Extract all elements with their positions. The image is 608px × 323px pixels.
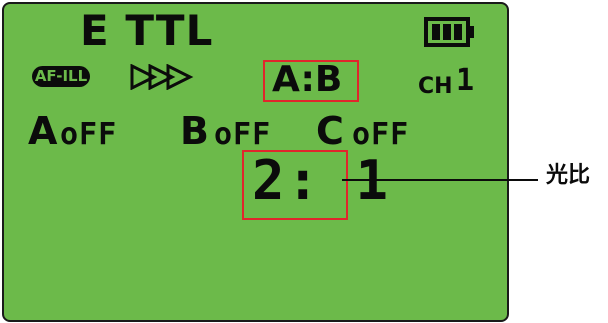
battery-icon — [424, 17, 474, 47]
group-c-label: C — [316, 109, 344, 153]
ratio-mode-label: A:B — [272, 59, 343, 100]
ratio-value: 2: 1 — [252, 149, 391, 212]
high-speed-sync-arrows-icon — [130, 64, 194, 90]
callout-line — [342, 179, 538, 181]
group-a-label: A — [28, 109, 58, 153]
channel-value: 1 — [456, 63, 475, 98]
group-b-label: B — [180, 109, 209, 153]
af-assist-indicator: AF-ILL — [32, 66, 90, 87]
flash-mode-label: E TTL — [80, 6, 214, 55]
group-a-state: oFF — [60, 117, 118, 152]
channel-label: CH — [418, 74, 453, 99]
group-b-state: oFF — [214, 117, 272, 152]
group-c-state: oFF — [352, 117, 410, 152]
flash-lcd-panel: E TTL AF-ILL A:B CH 1 A oFF B oFF C oFF … — [2, 2, 509, 322]
callout-label: 光比 — [546, 163, 591, 188]
